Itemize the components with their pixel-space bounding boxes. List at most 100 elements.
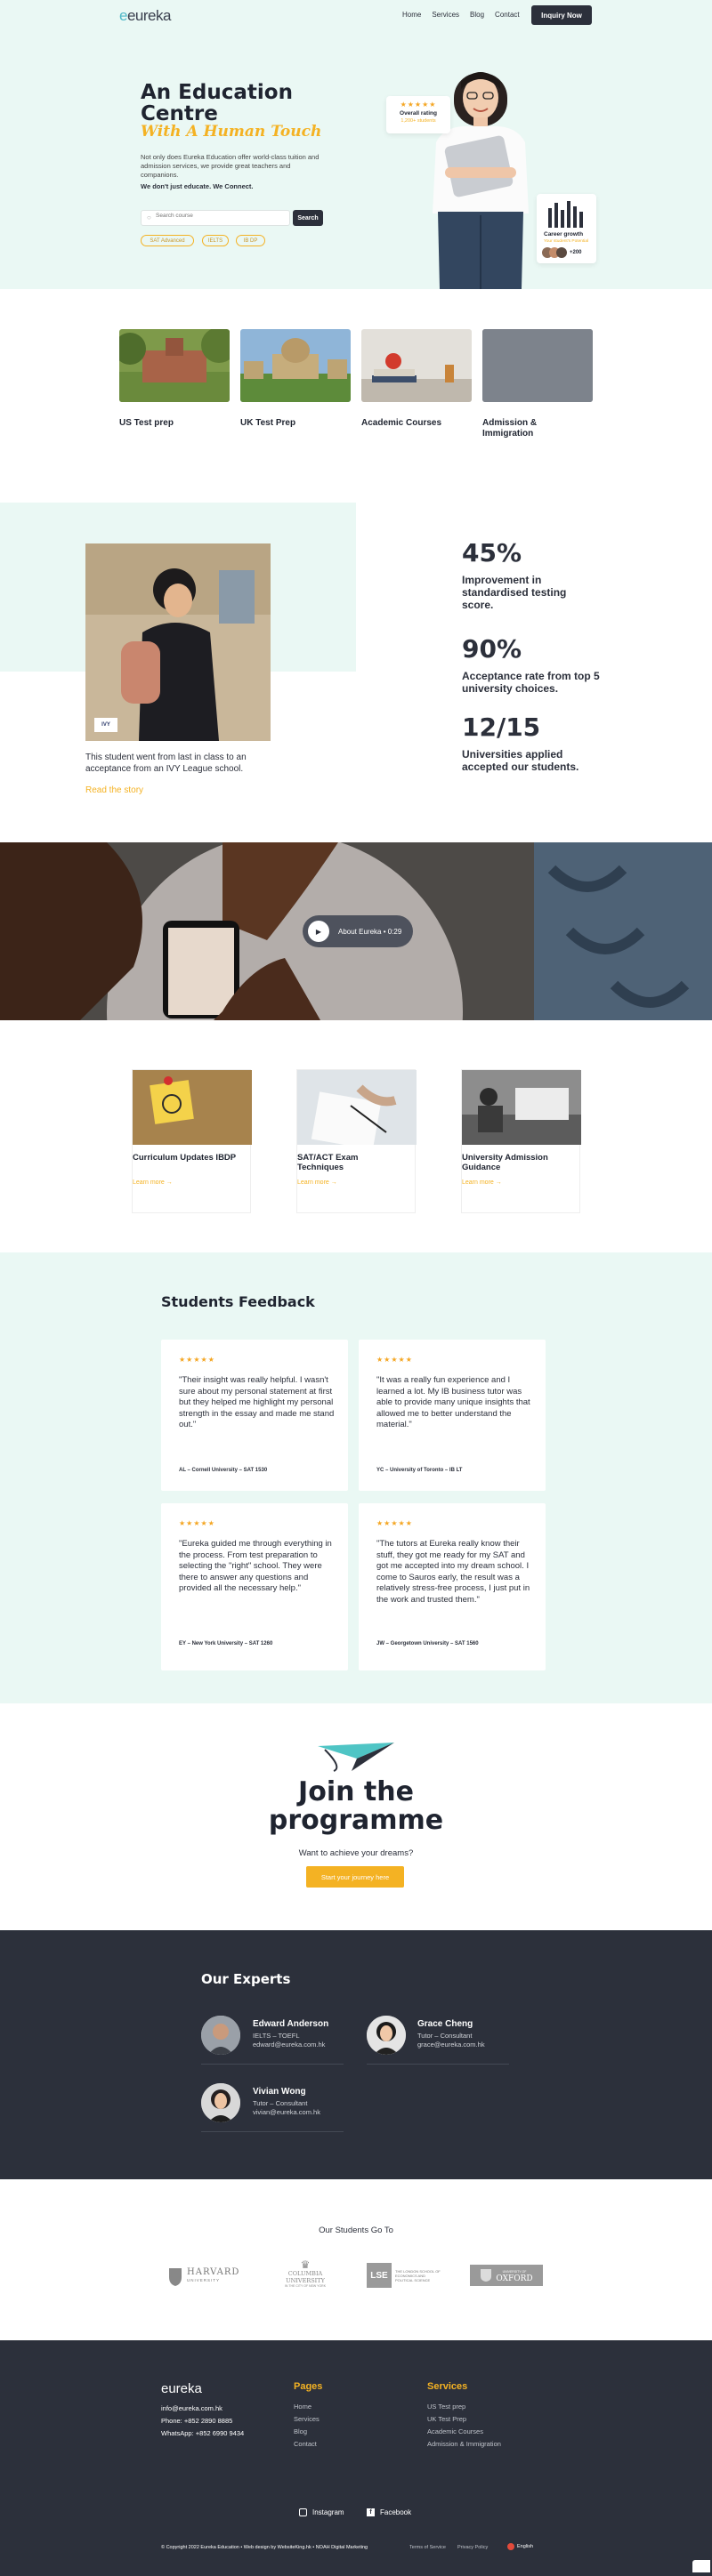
language-selector[interactable]: English	[507, 2543, 533, 2550]
expert-email[interactable]: grace@eureka.com.hk	[417, 2041, 485, 2049]
search-box: ○	[141, 210, 290, 226]
footer-link-blog[interactable]: Blog	[294, 2426, 320, 2438]
knowledge-title: SAT/ACT Exam Techniques	[297, 1153, 359, 1172]
knowledge-card[interactable]: Curriculum Updates IBDP Learn more →	[132, 1069, 252, 1213]
testimonial-card: ★★★★★ "Eureka guided me through everythi…	[161, 1503, 348, 1670]
main-nav: Home Services Blog Contact	[392, 11, 520, 19]
service-image-academic[interactable]	[361, 329, 472, 402]
expert-role: Tutor – Consultant	[417, 2032, 473, 2040]
service-image-admission[interactable]	[482, 329, 593, 402]
facebook-link[interactable]: f Facebook	[367, 2508, 411, 2516]
expert-email[interactable]: vivian@eureka.com.hk	[253, 2108, 320, 2117]
footer-link-us[interactable]: US Test prep	[427, 2401, 501, 2413]
footer-logo[interactable]: eureka	[161, 2381, 202, 2396]
crown-icon: ♛	[300, 2258, 311, 2271]
join-section: Join the programme Want to achieve your …	[0, 1703, 712, 1930]
learn-more-link[interactable]: Learn more →	[133, 1179, 173, 1186]
footer-link-contact[interactable]: Contact	[294, 2438, 320, 2451]
rating-card: ★★★★★ Overall rating 1,200+ students	[386, 96, 450, 133]
inquiry-button[interactable]: Inquiry Now	[531, 5, 592, 25]
stat-improvement-label: Improvement in standardised testing scor…	[462, 574, 567, 611]
join-heading-line1: Join the	[298, 1776, 414, 1807]
footer-link-academic[interactable]: Academic Courses	[427, 2426, 501, 2438]
footer-link-admission[interactable]: Admission & Immigration	[427, 2438, 501, 2451]
expert-avatar	[201, 2083, 240, 2122]
footer: eureka info@eureka.com.hk Phone: +852 28…	[0, 2340, 712, 2576]
read-story-link[interactable]: Read the story	[85, 785, 143, 795]
video-label: About Eureka • 0:29	[338, 927, 402, 936]
footer-link-uk[interactable]: UK Test Prep	[427, 2413, 501, 2426]
tag-ielts[interactable]: IELTS	[202, 235, 229, 246]
start-journey-button[interactable]: Start your journey here	[306, 1866, 404, 1888]
footer-phone[interactable]: Phone: +852 2890 8885	[161, 2415, 244, 2427]
expert-name: Grace Cheng	[417, 2019, 473, 2029]
scroll-top-button[interactable]	[692, 2560, 710, 2572]
growth-bars-icon	[548, 201, 583, 228]
tag-sat[interactable]: SAT Advanced	[141, 235, 194, 246]
footer-email[interactable]: info@eureka.com.hk	[161, 2403, 244, 2415]
nav-contact[interactable]: Contact	[495, 11, 520, 19]
expert-email[interactable]: edward@eureka.com.hk	[253, 2041, 325, 2049]
instagram-link[interactable]: Instagram	[299, 2508, 344, 2516]
divider	[201, 2131, 344, 2132]
video-play-button[interactable]: ▶ About Eureka • 0:29	[303, 915, 413, 947]
testimonial-card: ★★★★★ "Their insight was really helpful.…	[161, 1340, 348, 1491]
footer-pages-title: Pages	[294, 2381, 323, 2392]
testimonial-author: EY – New York University – SAT 1260	[179, 1641, 273, 1646]
service-admission-label[interactable]: Admission & Immigration	[482, 418, 562, 439]
service-academic-label[interactable]: Academic Courses	[361, 418, 472, 429]
testimonial-quote: "Eureka guided me through everything in …	[179, 1539, 332, 1593]
terms-link[interactable]: Terms of Service	[409, 2545, 446, 2550]
privacy-link[interactable]: Privacy Policy	[457, 2545, 488, 2550]
knowledge-title: Curriculum Updates IBDP	[133, 1153, 237, 1163]
stat-universities-value: 12/15	[462, 712, 541, 742]
expert-name: Vivian Wong	[253, 2087, 306, 2097]
footer-link-home[interactable]: Home	[294, 2401, 320, 2413]
testimonial-stars: ★★★★★	[179, 1356, 215, 1364]
knowledge-card[interactable]: SAT/ACT Exam Techniques Learn more →	[296, 1069, 417, 1213]
testimonial-quote: "Their insight was really helpful. I was…	[179, 1375, 335, 1429]
oxford-shield-icon	[481, 2269, 492, 2282]
knowledge-card[interactable]: University Admission Guidance Learn more…	[461, 1069, 581, 1213]
search-input[interactable]	[156, 213, 285, 219]
divider	[201, 2064, 344, 2065]
tag-ibdp[interactable]: IB DP	[236, 235, 265, 246]
service-us-label[interactable]: US Test prep	[119, 418, 230, 429]
testimonial-stars: ★★★★★	[376, 1356, 413, 1364]
hero-tagline: We don't just educate. We Connect.	[141, 182, 254, 190]
stat-acceptance-label: Acceptance rate from top 5 university ch…	[462, 670, 600, 695]
testimonial-quote: "It was a really fun experience and I le…	[376, 1375, 530, 1429]
testimonial-author: JW – Georgetown University – SAT 1560	[376, 1641, 479, 1646]
nav-home[interactable]: Home	[402, 11, 421, 19]
testimonial-author: AL – Cornell University – SAT 1530	[179, 1468, 268, 1473]
expert-role: Tutor – Consultant	[253, 2099, 308, 2107]
avatar	[556, 247, 567, 258]
columbia-logo: ♛ COLUMBIA UNIVERSITY IN THE CITY OF NEW…	[269, 2259, 342, 2290]
play-icon: ▶	[308, 921, 329, 942]
hero-script: With A Human Touch	[141, 123, 322, 141]
footer-link-services[interactable]: Services	[294, 2413, 320, 2426]
nav-services[interactable]: Services	[432, 11, 459, 19]
testimonial-stars: ★★★★★	[376, 1519, 413, 1527]
hero-title: An Education Centre	[141, 82, 293, 125]
learn-more-link[interactable]: Learn more →	[297, 1179, 337, 1186]
expert-name: Edward Anderson	[253, 2019, 329, 2029]
nav-blog[interactable]: Blog	[470, 11, 484, 19]
footer-contact: info@eureka.com.hk Phone: +852 2890 8885…	[161, 2403, 244, 2440]
experts-heading: Our Experts	[201, 1971, 291, 1987]
lse-logo: LSE THE LONDON SCHOOL OF ECONOMICS AND P…	[367, 2262, 449, 2289]
growth-sub: Your student's Potential	[544, 239, 589, 244]
stat-improvement-value: 45%	[462, 538, 522, 568]
service-image-uk[interactable]	[240, 329, 351, 402]
footer-whatsapp[interactable]: WhatsApp: +852 6990 9434	[161, 2427, 244, 2440]
expert-avatar	[201, 2016, 240, 2055]
logo[interactable]: eeureka	[119, 7, 171, 25]
service-uk-label[interactable]: UK Test Prep	[240, 418, 351, 429]
service-image-us[interactable]	[119, 329, 230, 402]
flag-icon	[507, 2543, 514, 2550]
learn-more-link[interactable]: Learn more →	[462, 1179, 502, 1186]
experts-section: Our Experts Edward Anderson IELTS – TOEF…	[0, 1930, 712, 2179]
search-icon: ○	[147, 213, 151, 221]
search-button[interactable]: Search	[293, 210, 323, 226]
facebook-label: Facebook	[380, 2508, 412, 2516]
